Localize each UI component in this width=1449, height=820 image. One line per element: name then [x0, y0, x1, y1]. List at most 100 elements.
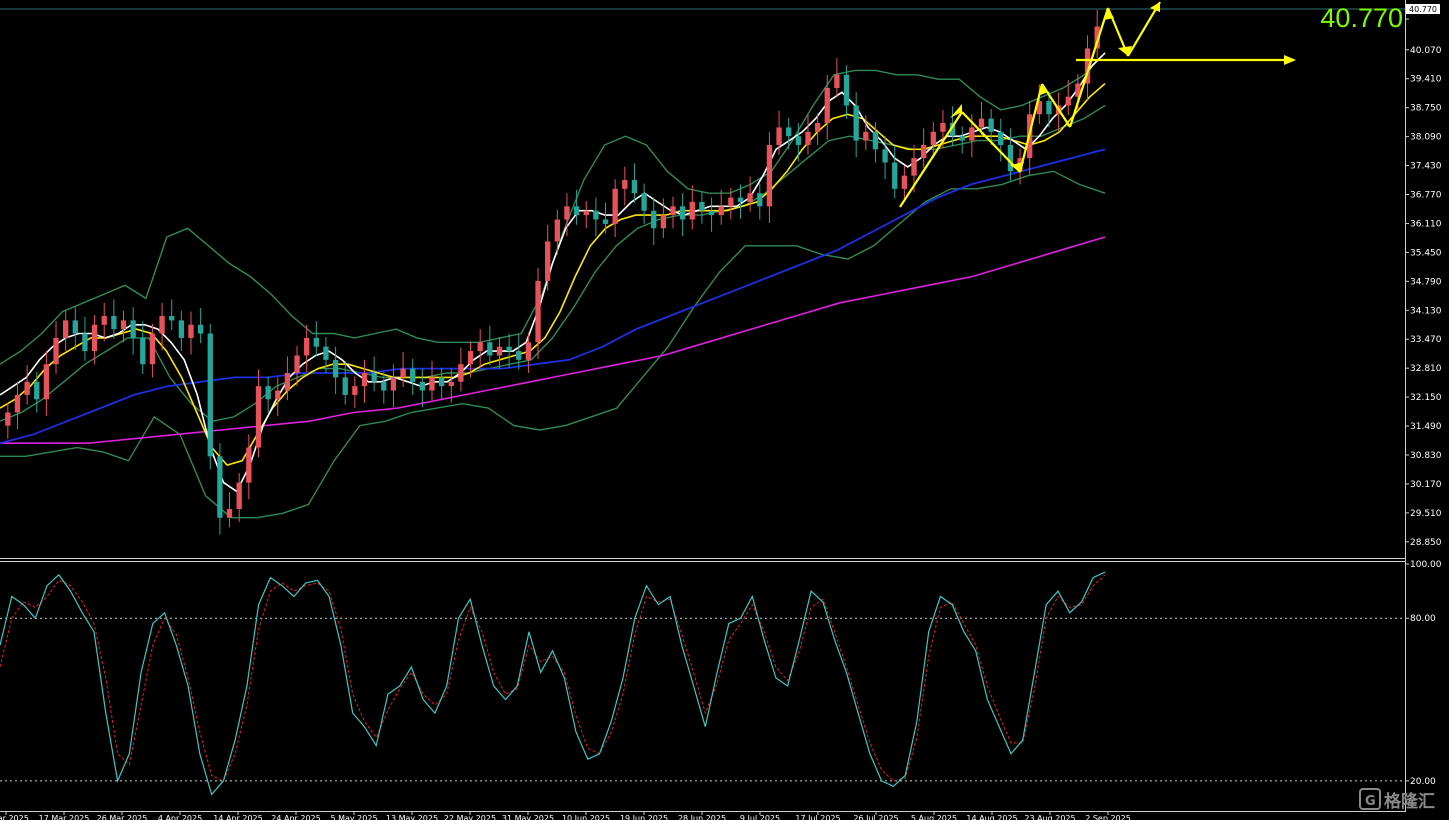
- candle-body: [304, 337, 310, 356]
- candle-body: [91, 324, 98, 352]
- candle-body: [863, 131, 869, 141]
- price-tick-label: 29.510: [1410, 509, 1442, 519]
- price-chart: 40.070 39.410 38.750 38.090 37.430 36.770 36.1…: [0, 0, 1449, 820]
- candle-body: [959, 136, 965, 141]
- price-tick-label: 32.150: [1410, 393, 1442, 403]
- candle-body: [265, 386, 271, 400]
- candle-body: [998, 131, 1004, 145]
- candle-body: [728, 197, 734, 207]
- price-tick-label: 34.130: [1410, 306, 1442, 316]
- candle-body: [207, 333, 213, 457]
- candle-body: [872, 131, 879, 150]
- candle-body: [1007, 144, 1014, 172]
- candle-body: [178, 320, 184, 338]
- candle-body: [448, 381, 454, 387]
- candle-body: [631, 180, 638, 194]
- candle-body: [535, 280, 541, 343]
- candle-body: [834, 74, 840, 88]
- candle-body: [477, 342, 483, 352]
- candle-body: [969, 127, 975, 141]
- candle-body: [487, 342, 493, 356]
- candle-body: [149, 333, 156, 365]
- candle-body: [689, 201, 695, 220]
- candle-body: [708, 210, 715, 216]
- price-tick-label: 38.090: [1410, 133, 1442, 143]
- price-tick-label: 40.070: [1410, 46, 1442, 56]
- date-label: 26 Jul 2025: [853, 814, 898, 820]
- candle-body: [467, 351, 474, 365]
- candle-body: [236, 482, 242, 509]
- candle-body: [159, 315, 165, 334]
- candle-body: [410, 368, 416, 382]
- candle-body: [612, 188, 618, 224]
- stochastic-tick-label: 80.00: [1410, 614, 1436, 624]
- candle-body: [72, 320, 78, 334]
- candle-body: [901, 175, 908, 189]
- candle-body: [911, 158, 917, 176]
- candle-body: [419, 381, 426, 391]
- date-label: 26 Mar 2025: [97, 814, 148, 820]
- candle-body: [786, 127, 792, 137]
- candle-body: [438, 377, 445, 387]
- candle-body: [390, 377, 397, 391]
- candle-body: [381, 381, 387, 391]
- date-label: 4 Apr 2025: [158, 814, 202, 820]
- candle-body: [506, 346, 512, 352]
- candle-body: [5, 412, 11, 426]
- price-tick-label: 34.790: [1410, 277, 1442, 287]
- date-label: 7 Mar 2025: [0, 814, 29, 820]
- candle-body: [323, 346, 329, 360]
- candle-body: [226, 508, 233, 518]
- candle-body: [1065, 96, 1071, 106]
- price-tick-label: 36.770: [1410, 191, 1442, 201]
- candle-body: [217, 456, 223, 518]
- price-tick-label: 31.490: [1410, 422, 1442, 432]
- candle-body: [564, 206, 570, 220]
- date-label: 10 Jun 2025: [562, 814, 610, 820]
- watermark-text: 格隆汇: [1384, 791, 1435, 812]
- date-label: 2 Sep 2025: [1085, 814, 1131, 820]
- candle-body: [766, 144, 773, 207]
- candle-body: [34, 381, 40, 400]
- candle-body: [140, 337, 146, 365]
- candle-body: [805, 131, 811, 145]
- price-tick-label: 33.470: [1410, 335, 1442, 345]
- current-price-tag-label: 40.770: [1409, 5, 1437, 14]
- price-tick-label: 28.850: [1410, 538, 1442, 548]
- candle-body: [82, 333, 88, 352]
- candle-body: [53, 337, 59, 365]
- candle-body: [120, 320, 127, 330]
- date-label: 17 Mar 2025: [39, 814, 90, 820]
- candle-body: [130, 320, 136, 338]
- price-tick-label: 32.810: [1410, 364, 1442, 374]
- candle-body: [24, 381, 30, 395]
- date-label: 5 Aug 2025: [911, 814, 957, 820]
- candle-body: [921, 144, 927, 159]
- candle-body: [400, 368, 406, 378]
- candle-body: [246, 447, 252, 483]
- price-tick-label: 39.410: [1410, 75, 1442, 85]
- candle-body: [294, 355, 300, 373]
- candle-body: [824, 87, 830, 124]
- candle-body: [313, 337, 319, 347]
- candle-body: [188, 324, 194, 338]
- candle-body: [795, 136, 801, 145]
- candle-body: [255, 386, 262, 448]
- date-label: 19 Jun 2025: [620, 814, 668, 820]
- date-label: 31 May 2025: [502, 814, 554, 820]
- candle-body: [342, 377, 348, 395]
- candle-body: [516, 351, 522, 360]
- current-price-label: 40.770: [1320, 3, 1403, 33]
- candle-body: [275, 390, 281, 400]
- candle-body: [602, 219, 609, 224]
- candle-body: [776, 127, 782, 145]
- date-label: 22 May 2025: [444, 814, 496, 820]
- candle-body: [43, 364, 50, 400]
- candle-body: [679, 206, 686, 220]
- candle-body: [718, 206, 724, 216]
- candle-body: [429, 377, 435, 391]
- date-label: 28 Jun 2025: [678, 814, 726, 820]
- date-label: 13 May 2025: [386, 814, 438, 820]
- candle-body: [573, 206, 580, 216]
- candle-body: [940, 123, 946, 132]
